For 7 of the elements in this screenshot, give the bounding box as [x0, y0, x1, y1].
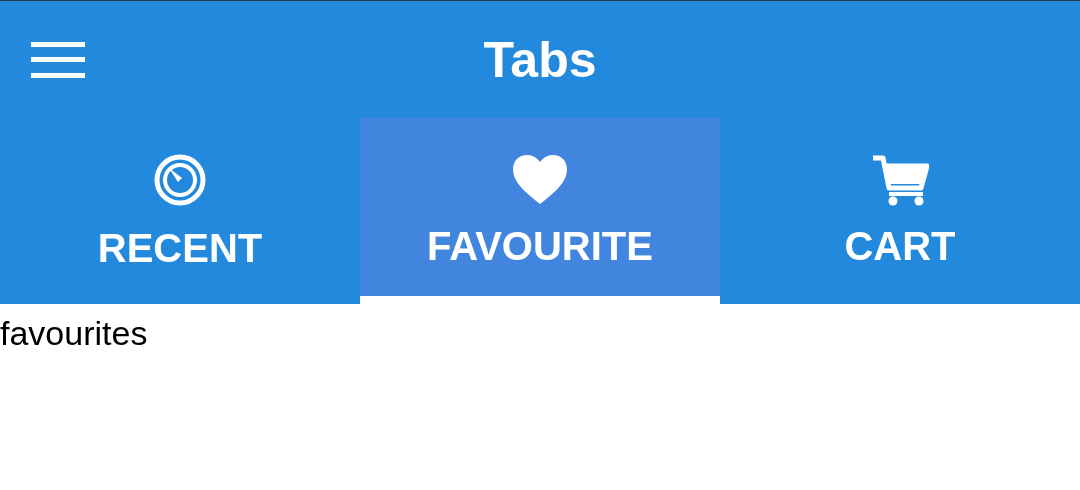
- tab[interactable]: FAVOURITE: [360, 118, 720, 304]
- content-text: favourites: [0, 313, 149, 353]
- menu-icon: [31, 41, 85, 78]
- heart-icon: [512, 153, 568, 206]
- app-title: Tabs: [482, 30, 598, 89]
- cart-icon: [871, 153, 929, 206]
- menu-button[interactable]: [30, 39, 86, 80]
